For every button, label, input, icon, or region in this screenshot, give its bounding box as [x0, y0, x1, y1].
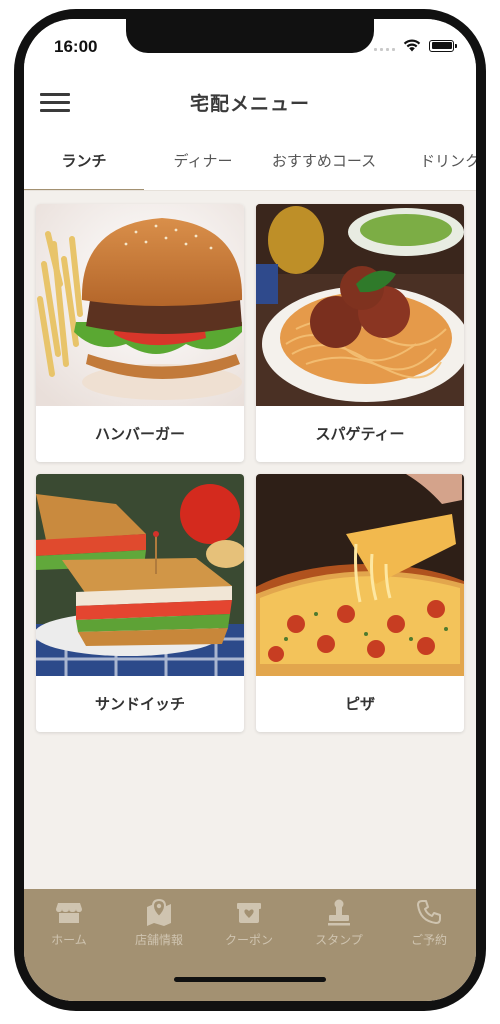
tab-recommended-course[interactable]: おすすめコース — [262, 135, 386, 190]
status-icons — [374, 39, 457, 52]
coupon-icon — [237, 903, 261, 923]
map-pin-icon — [147, 898, 171, 926]
nav-label: ホーム — [51, 933, 87, 947]
shop-icon — [56, 903, 82, 923]
pepperoni-pizza-image — [256, 474, 464, 676]
phone-icon — [417, 900, 441, 924]
signal-icon — [374, 41, 395, 51]
page-title: 宅配メニュー — [189, 93, 310, 115]
nav-label: ご予約 — [410, 933, 447, 947]
club-sandwich-image — [36, 474, 244, 676]
bottom-navigation: ホーム 店舗情報 クーポン スタンプ ご予約 — [24, 889, 476, 1001]
spaghetti-image — [256, 204, 464, 406]
category-tabs: ランチ ディナー おすすめコース ドリンク — [24, 135, 476, 191]
wifi-icon — [403, 39, 421, 52]
menu-card-label: ハンバーガー — [94, 425, 185, 443]
app-screen: 16:00 宅配メニュー ランチ ディナー おすすめコース ドリンク ハンバーガ… — [24, 19, 476, 1001]
nav-item-coupon[interactable]: クーポン — [204, 897, 294, 957]
hamburger-image — [36, 204, 244, 406]
menu-card-sandwich[interactable]: サンドイッチ — [36, 474, 244, 732]
menu-card-spaghetti[interactable]: スパゲティー — [256, 204, 464, 462]
home-indicator — [174, 977, 326, 982]
menu-card-label: ピザ — [344, 695, 375, 713]
stamp-icon — [328, 899, 350, 926]
tab-lunch[interactable]: ランチ — [24, 135, 144, 190]
nav-item-home[interactable]: ホーム — [24, 897, 114, 957]
tab-drink[interactable]: ドリンク — [410, 135, 476, 190]
nav-item-reservation[interactable]: ご予約 — [384, 897, 474, 957]
menu-card-pizza[interactable]: ピザ — [256, 474, 464, 732]
menu-card-label: サンドイッチ — [94, 695, 185, 713]
nav-item-stamp[interactable]: スタンプ — [294, 897, 384, 957]
app-header: 宅配メニュー — [24, 75, 476, 135]
nav-label: クーポン — [224, 933, 273, 947]
nav-label: 店舗情報 — [134, 933, 183, 947]
battery-icon — [429, 39, 457, 52]
menu-card-hamburger[interactable]: ハンバーガー — [36, 204, 244, 462]
device-notch — [126, 19, 374, 53]
tab-dinner[interactable]: ディナー — [152, 135, 254, 190]
status-time: 16:00 — [54, 37, 98, 56]
menu-card-label: スパゲティー — [315, 425, 405, 443]
nav-label: スタンプ — [315, 933, 363, 947]
nav-item-store-info[interactable]: 店舗情報 — [114, 897, 204, 957]
